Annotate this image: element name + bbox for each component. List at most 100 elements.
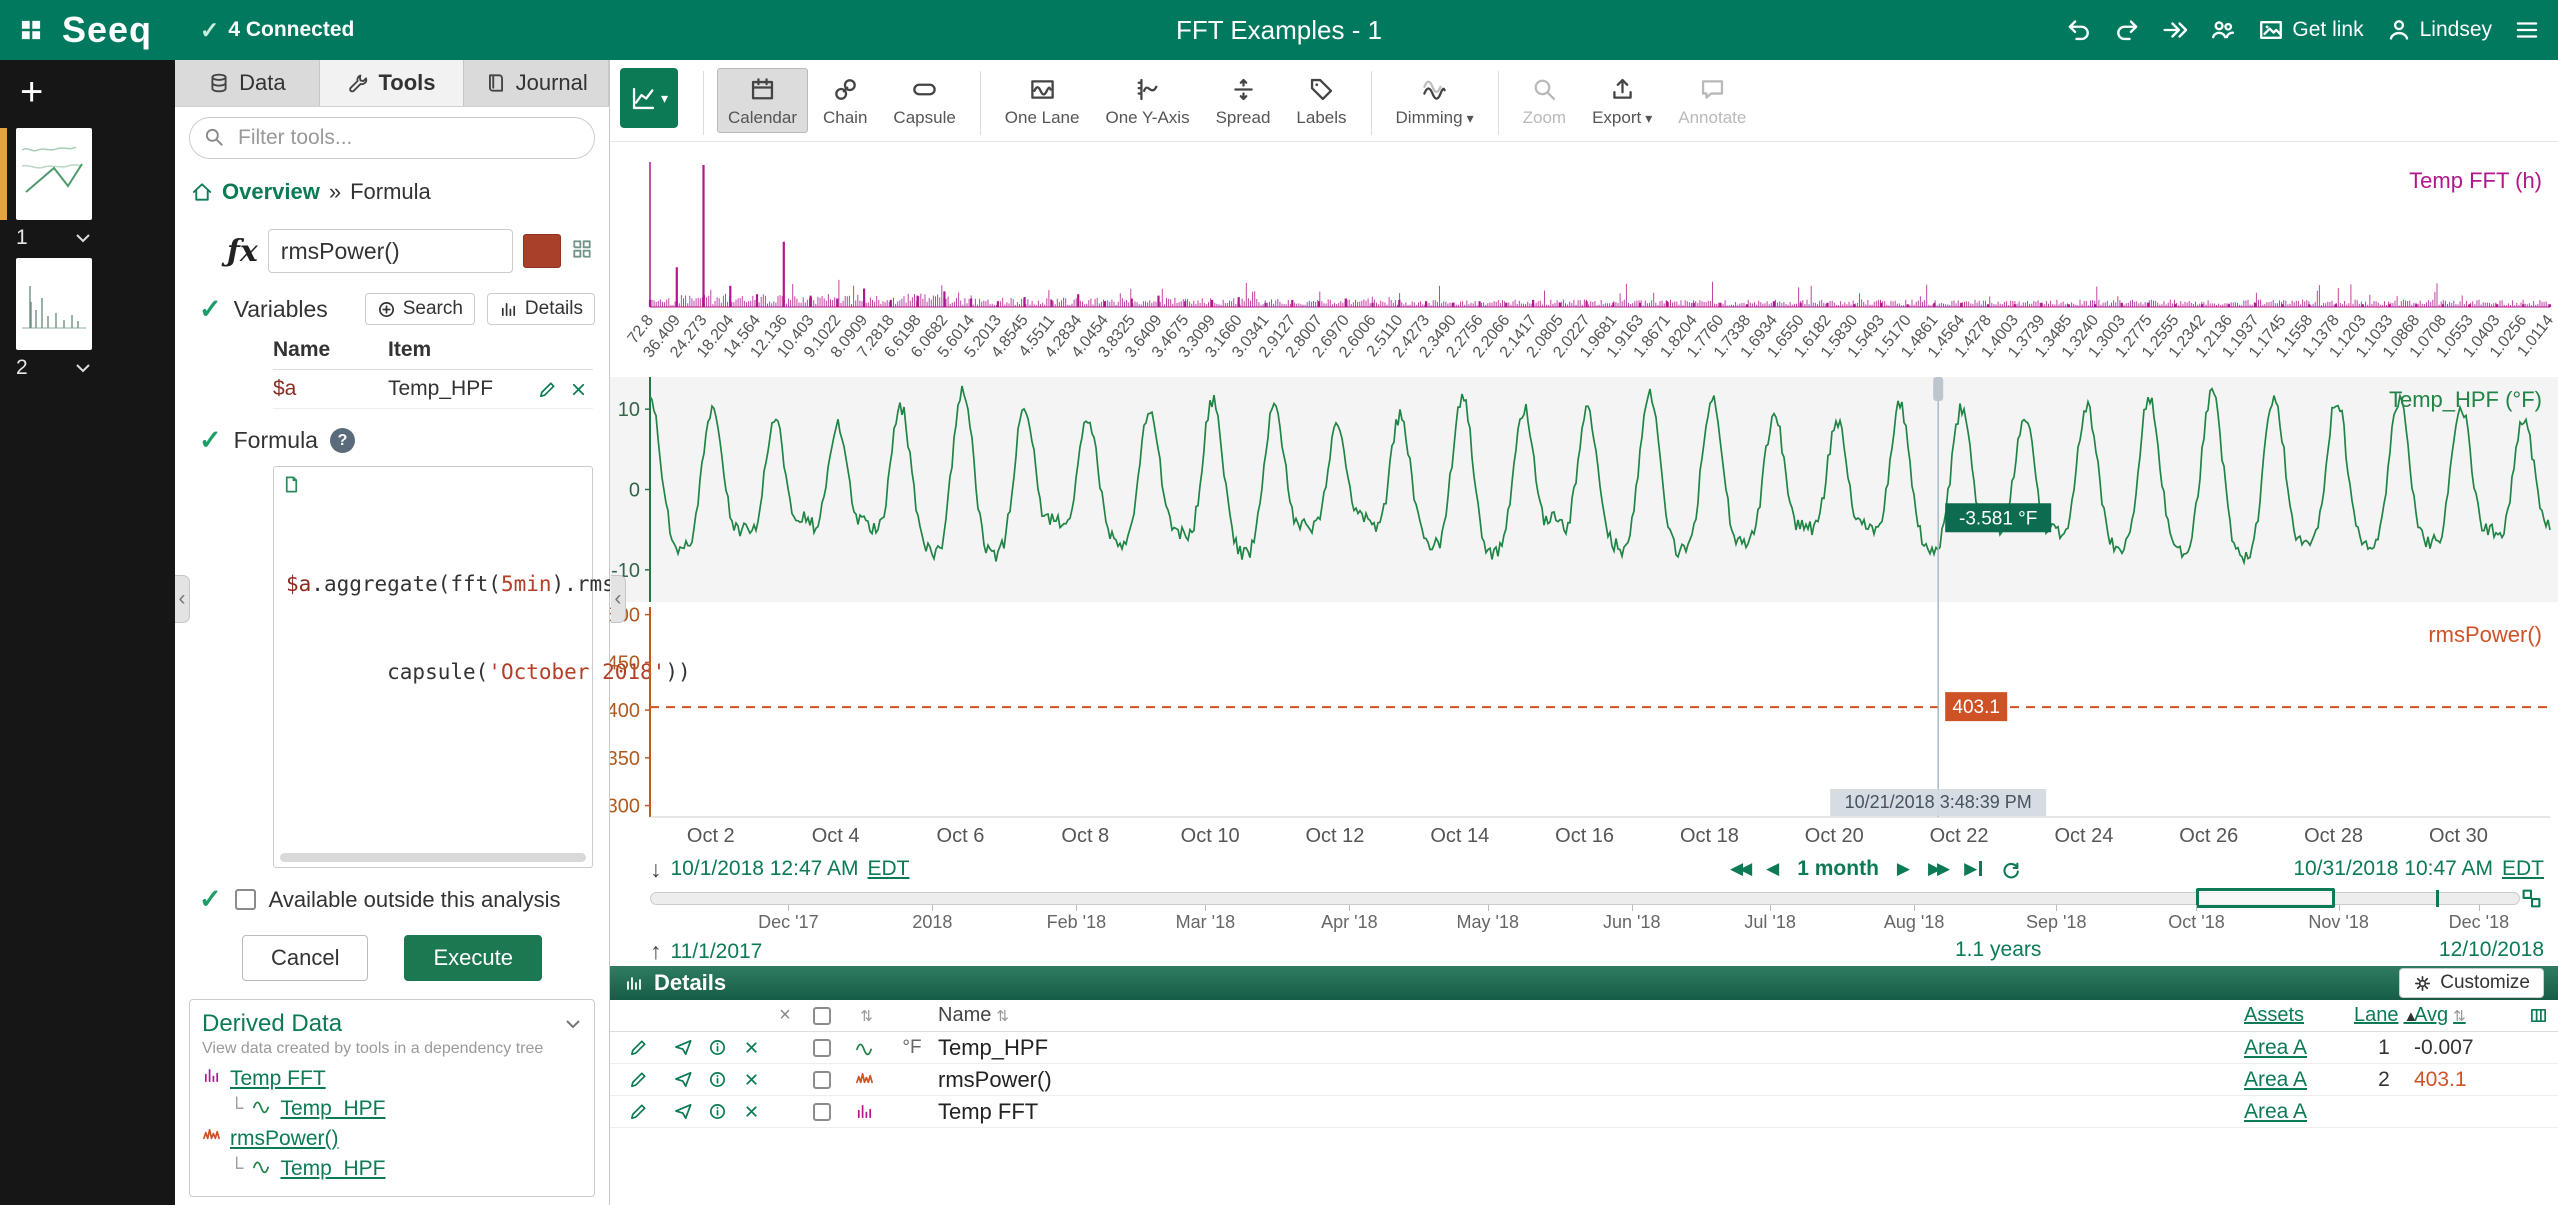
step-to-end-button[interactable]: ▶ — [1964, 859, 1983, 879]
remove-all-icon[interactable]: × — [768, 1004, 802, 1027]
collaborators-icon[interactable] — [2210, 17, 2236, 43]
derived-link-temp-hpf[interactable]: Temp_HPF — [280, 1097, 385, 1121]
collapse-chevron-icon[interactable] — [564, 1018, 582, 1030]
worksheet-1-number[interactable]: 1 — [16, 226, 28, 250]
item-name[interactable]: rmsPower() — [938, 1067, 2244, 1093]
row-checkbox[interactable] — [813, 1070, 831, 1089]
redo-all-icon[interactable] — [2162, 17, 2188, 43]
toolbar-export-button[interactable]: Export ▾ — [1581, 68, 1663, 133]
trend-chart-area[interactable]: 72.8 36.409 24.273 18.204 14.564 12.136 10.403… — [610, 142, 2558, 852]
color-swatch-button[interactable] — [523, 234, 561, 268]
derived-link-temp-fft[interactable]: Temp FFT — [230, 1067, 326, 1091]
range-start-arrow-icon[interactable]: ↓ — [650, 856, 662, 883]
derived-data-header[interactable]: Derived Data — [202, 1010, 582, 1038]
toolbar-capsule-button[interactable]: Capsule — [882, 68, 966, 133]
column-lane-header[interactable]: Lane ▲ — [2354, 1004, 2418, 1027]
tab-data[interactable]: Data — [175, 60, 320, 106]
info-icon[interactable] — [708, 1070, 727, 1089]
collapse-tools-panel-handle[interactable]: ‹ — [611, 575, 626, 623]
formula-name-input[interactable] — [267, 229, 513, 273]
asset-link[interactable]: Area A — [2244, 1036, 2307, 1059]
user-menu[interactable]: Lindsey — [2386, 17, 2492, 43]
refresh-icon[interactable] — [2000, 859, 2021, 880]
tab-tools[interactable]: Tools — [319, 60, 465, 106]
derived-link-temp-hpf-2[interactable]: Temp_HPF — [280, 1157, 385, 1181]
details-row-temp-fft[interactable]: Temp FFT Area A — [610, 1096, 2558, 1128]
worksheet-1-thumbnail[interactable] — [16, 128, 92, 220]
range-start-link[interactable]: 10/1/2018 12:47 AM — [671, 857, 859, 881]
item-name[interactable]: Temp_HPF — [938, 1035, 2244, 1061]
row-checkbox[interactable] — [813, 1102, 831, 1121]
undo-icon[interactable] — [2066, 17, 2092, 43]
step-back-button[interactable]: ◀ — [1766, 859, 1779, 879]
timeline-select-range-icon[interactable] — [2521, 888, 2542, 914]
toolbar-dimming-button[interactable]: Dimming ▾ — [1385, 68, 1485, 133]
select-all-checkbox[interactable] — [813, 1006, 831, 1025]
toolbar-one-lane-button[interactable]: One Lane — [994, 68, 1091, 133]
get-link-button[interactable]: Get link — [2258, 17, 2364, 43]
toolbar-zoom-button[interactable]: Zoom — [1512, 68, 1577, 133]
editor-horizontal-scrollbar[interactable] — [280, 853, 586, 862]
info-icon[interactable] — [708, 1038, 727, 1057]
remove-icon[interactable] — [742, 1102, 761, 1121]
range-duration-link[interactable]: 1 month — [1797, 857, 1879, 881]
investigate-duration-link[interactable]: 1.1 years — [1955, 938, 2041, 962]
variable-search-button[interactable]: Search — [364, 293, 475, 325]
step-back-half-button[interactable]: ◀◀ — [1730, 859, 1752, 879]
item-name[interactable]: Temp FFT — [938, 1099, 2244, 1125]
variable-details-button[interactable]: Details — [486, 293, 595, 325]
cancel-button[interactable]: Cancel — [242, 935, 369, 981]
edit-pencil-icon[interactable] — [629, 1070, 648, 1089]
execute-button[interactable]: Execute — [404, 935, 542, 981]
seeq-logo[interactable]: Seeq — [62, 9, 152, 51]
timeline-selection[interactable] — [2196, 888, 2335, 908]
available-checkbox[interactable] — [234, 889, 256, 910]
crosshair-handle[interactable] — [1933, 377, 1944, 401]
redo-icon[interactable] — [2114, 17, 2140, 43]
toolbar-one-y-axis-button[interactable]: One Y-Axis — [1094, 68, 1200, 133]
column-chooser-icon[interactable] — [2518, 1006, 2558, 1025]
toolbar-calendar-button[interactable]: Calendar — [717, 68, 808, 133]
edit-pencil-icon[interactable] — [538, 380, 557, 399]
hamburger-menu-icon[interactable] — [2514, 17, 2540, 43]
worksheet-2-number[interactable]: 2 — [16, 356, 28, 380]
derived-link-rmspower[interactable]: rmsPower() — [230, 1127, 339, 1151]
remove-variable-icon[interactable] — [569, 380, 588, 399]
column-assets-header[interactable]: Assets — [2244, 1004, 2354, 1027]
worksheet-2-chevron-icon[interactable] — [74, 362, 92, 374]
edit-pencil-icon[interactable] — [629, 1102, 648, 1121]
customize-button[interactable]: Customize — [2399, 968, 2544, 998]
asset-link[interactable]: Area A — [2244, 1100, 2307, 1123]
asset-link[interactable]: Area A — [2244, 1068, 2307, 1091]
send-to-icon[interactable] — [674, 1070, 693, 1089]
step-forward-button[interactable]: ▶ — [1897, 859, 1910, 879]
new-worksheet-button[interactable]: + — [0, 68, 175, 120]
investigate-start-arrow-icon[interactable]: ↑ — [650, 938, 662, 965]
step-forward-half-button[interactable]: ▶▶ — [1928, 859, 1950, 879]
row-checkbox[interactable] — [813, 1038, 831, 1057]
toolbar-spread-button[interactable]: Spread — [1205, 68, 1282, 133]
help-icon[interactable]: ? — [329, 428, 355, 453]
send-to-icon[interactable] — [674, 1102, 693, 1121]
panel-layout-icon[interactable] — [571, 238, 593, 265]
range-start-timezone-link[interactable]: EDT — [868, 857, 910, 881]
collapse-worksheet-panel-handle[interactable]: ‹ — [175, 575, 190, 623]
remove-icon[interactable] — [742, 1070, 761, 1089]
details-row-rmspower[interactable]: rmsPower() Area A 2 403.1 — [610, 1064, 2558, 1096]
formula-editor[interactable]: $a.aggregate(fft(5min).rmsPower(), capsu… — [273, 466, 716, 868]
tab-journal[interactable]: Journal — [464, 60, 610, 106]
investigate-end-link[interactable]: 12/10/2018 — [2439, 938, 2544, 962]
remove-icon[interactable] — [742, 1038, 761, 1057]
toolbar-labels-button[interactable]: Labels — [1285, 68, 1357, 133]
investigate-start-link[interactable]: 11/1/2017 — [671, 940, 763, 964]
worksheet-2-thumbnail[interactable] — [16, 258, 92, 350]
range-end-link[interactable]: 10/31/2018 10:47 AM — [2293, 857, 2493, 881]
workbench-grid-icon[interactable] — [18, 17, 44, 43]
edit-pencil-icon[interactable] — [629, 1038, 648, 1057]
send-to-icon[interactable] — [674, 1038, 693, 1057]
toolbar-chain-button[interactable]: Chain — [812, 68, 878, 133]
fft-series[interactable] — [648, 165, 2552, 307]
home-icon[interactable] — [191, 181, 213, 203]
column-avg-header[interactable]: Avg ⇅ — [2414, 1004, 2518, 1027]
trend-chart[interactable]: 72.836.40924.27318.20414.56412.13610.403… — [610, 142, 2558, 852]
